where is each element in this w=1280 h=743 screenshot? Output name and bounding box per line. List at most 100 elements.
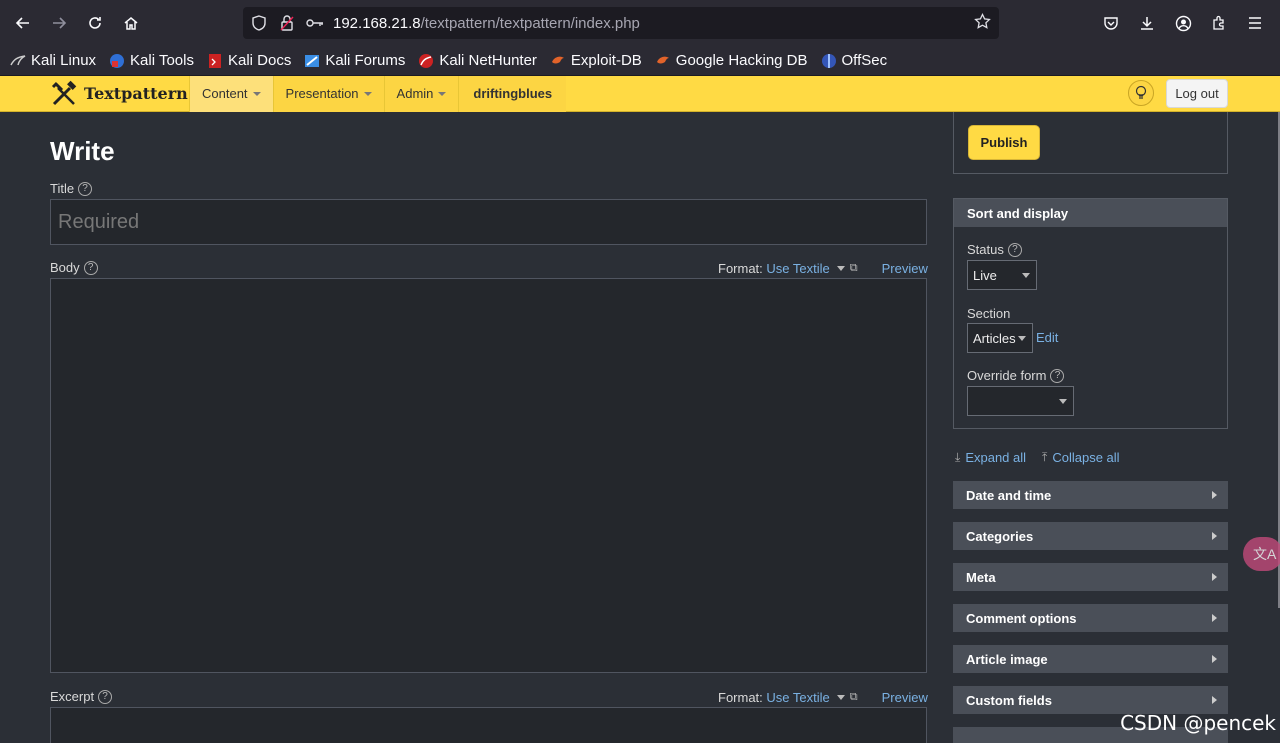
title-label-text: Title xyxy=(50,181,75,196)
panel-article-image[interactable]: Article image xyxy=(953,645,1228,673)
bookmark-label: Google Hacking DB xyxy=(675,52,808,69)
lightbulb-theme-icon[interactable] xyxy=(1128,80,1154,106)
kali-dragon-icon xyxy=(10,53,26,69)
body-format-select[interactable]: Use Textile xyxy=(766,261,829,276)
bookmark-offsec[interactable]: OffSec xyxy=(821,52,888,69)
bookmark-kali-docs[interactable]: Kali Docs xyxy=(207,52,291,69)
nav-label: Presentation xyxy=(285,86,359,101)
override-label-text: Override form xyxy=(967,368,1047,383)
external-link-icon[interactable]: ⧉ xyxy=(850,691,858,704)
bookmark-kali-forums[interactable]: Kali Forums xyxy=(304,52,405,69)
override-form-select[interactable] xyxy=(967,386,1074,416)
menu-icon[interactable] xyxy=(1237,5,1273,41)
panel-label: Date and time xyxy=(966,487,1052,503)
bookmark-kali-linux[interactable]: Kali Linux xyxy=(10,52,96,69)
publish-button[interactable]: Publish xyxy=(968,125,1040,160)
chevron-down-icon xyxy=(438,91,447,96)
panel-label: Comment options xyxy=(966,610,1077,626)
section-select[interactable]: Articles xyxy=(967,323,1033,353)
url-path: /textpattern/textpattern/index.php xyxy=(420,14,640,32)
help-icon[interactable]: ? xyxy=(83,260,98,275)
back-icon[interactable] xyxy=(5,5,41,41)
panel-meta[interactable]: Meta xyxy=(953,563,1228,591)
exploit-db-icon xyxy=(550,53,566,69)
chevron-down-icon[interactable] xyxy=(836,266,845,271)
insecure-lock-icon[interactable] xyxy=(275,15,299,31)
body-preview-link[interactable]: Preview xyxy=(882,261,928,276)
help-icon[interactable]: ? xyxy=(78,181,93,196)
bookmark-label: OffSec xyxy=(841,52,888,69)
section-value: Articles xyxy=(973,330,1016,346)
excerpt-preview-link[interactable]: Preview xyxy=(882,690,928,705)
help-icon[interactable]: ? xyxy=(98,689,113,704)
bookmark-kali-tools[interactable]: Kali Tools xyxy=(109,52,194,69)
download-icon[interactable] xyxy=(1129,5,1165,41)
nethunter-icon xyxy=(418,53,434,69)
bookmark-label: Kali Docs xyxy=(227,52,292,69)
key-icon[interactable] xyxy=(303,17,327,29)
shield-icon[interactable] xyxy=(247,15,271,31)
nav-content[interactable]: Content xyxy=(189,75,273,112)
bookmark-exploit-db[interactable]: Exploit-DB xyxy=(550,52,642,69)
panel-categories[interactable]: Categories xyxy=(953,522,1228,550)
extensions-icon[interactable] xyxy=(1201,5,1237,41)
override-form-label: Override form ? xyxy=(967,368,1065,383)
watermark-text: CSDN @pencek xyxy=(1120,711,1276,735)
collapse-all-link[interactable]: Collapse all xyxy=(1052,450,1119,465)
bookmark-kali-nethunter[interactable]: Kali NetHunter xyxy=(418,52,537,69)
format-label: Format: xyxy=(718,261,763,276)
bookmark-google-hacking-db[interactable]: Google Hacking DB xyxy=(655,52,808,69)
pocket-icon[interactable] xyxy=(1093,5,1129,41)
bookmark-star-icon[interactable] xyxy=(974,12,991,34)
status-label-text: Status xyxy=(967,242,1004,257)
chevron-right-icon xyxy=(1212,491,1217,499)
chevron-down-icon xyxy=(363,91,372,96)
help-icon[interactable]: ? xyxy=(1007,242,1022,257)
txp-logo[interactable]: Textpattern xyxy=(0,76,189,112)
excerpt-textarea[interactable] xyxy=(50,707,927,743)
logout-button[interactable]: Log out xyxy=(1166,79,1228,108)
nav-presentation[interactable]: Presentation xyxy=(272,75,384,112)
nav-label: Content xyxy=(202,86,248,101)
excerpt-format-select[interactable]: Use Textile xyxy=(766,690,829,705)
collapse-all-icon: ⤒ xyxy=(1042,450,1048,464)
panel-label: Categories xyxy=(966,528,1034,544)
nav-label: Admin xyxy=(396,86,434,101)
external-link-icon[interactable]: ⧉ xyxy=(850,262,858,275)
url-host: 192.168.21.8 xyxy=(333,14,421,32)
bookmark-label: Kali Tools xyxy=(130,52,194,69)
panel-comment-options[interactable]: Comment options xyxy=(953,604,1228,632)
chevron-down-icon[interactable] xyxy=(836,695,845,700)
body-textarea[interactable] xyxy=(50,278,927,673)
translate-icon[interactable]: 文A xyxy=(1243,537,1280,571)
panel-custom-fields[interactable]: Custom fields xyxy=(953,686,1228,714)
kali-docs-icon xyxy=(207,53,223,69)
bookmark-label: Exploit-DB xyxy=(570,52,642,69)
panel-date-and-time[interactable]: Date and time xyxy=(953,481,1228,509)
excerpt-format-row: Format: Use Textile ⧉ Preview xyxy=(718,690,928,705)
nav-site-name[interactable]: driftingblues xyxy=(458,75,567,112)
publish-box: Publish xyxy=(953,112,1228,174)
chevron-down-icon xyxy=(1059,399,1067,404)
main-nav: Content Presentation Admin driftingblues xyxy=(189,75,567,112)
section-edit-link[interactable]: Edit xyxy=(1036,330,1058,345)
sort-display-panel: Sort and display Status ? Live Section A… xyxy=(953,198,1228,429)
help-icon[interactable]: ? xyxy=(1050,368,1065,383)
home-icon[interactable] xyxy=(113,5,149,41)
forward-icon[interactable] xyxy=(41,5,77,41)
sort-display-heading[interactable]: Sort and display xyxy=(954,199,1227,227)
status-value: Live xyxy=(973,267,997,283)
nav-admin[interactable]: Admin xyxy=(383,75,459,112)
title-input[interactable]: Required xyxy=(50,199,927,245)
excerpt-label: Excerpt ? xyxy=(50,689,113,704)
reload-icon[interactable] xyxy=(77,5,113,41)
chevron-right-icon xyxy=(1212,614,1217,622)
body-label-text: Body xyxy=(50,260,80,275)
account-icon[interactable] xyxy=(1165,5,1201,41)
chevron-down-icon xyxy=(1022,273,1030,278)
panel-label: Meta xyxy=(966,569,996,585)
expand-all-link[interactable]: Expand all xyxy=(965,450,1026,465)
chevron-down-icon xyxy=(1018,336,1026,341)
status-select[interactable]: Live xyxy=(967,260,1037,290)
url-bar[interactable]: 192.168.21.8/textpattern/textpattern/ind… xyxy=(243,7,999,39)
